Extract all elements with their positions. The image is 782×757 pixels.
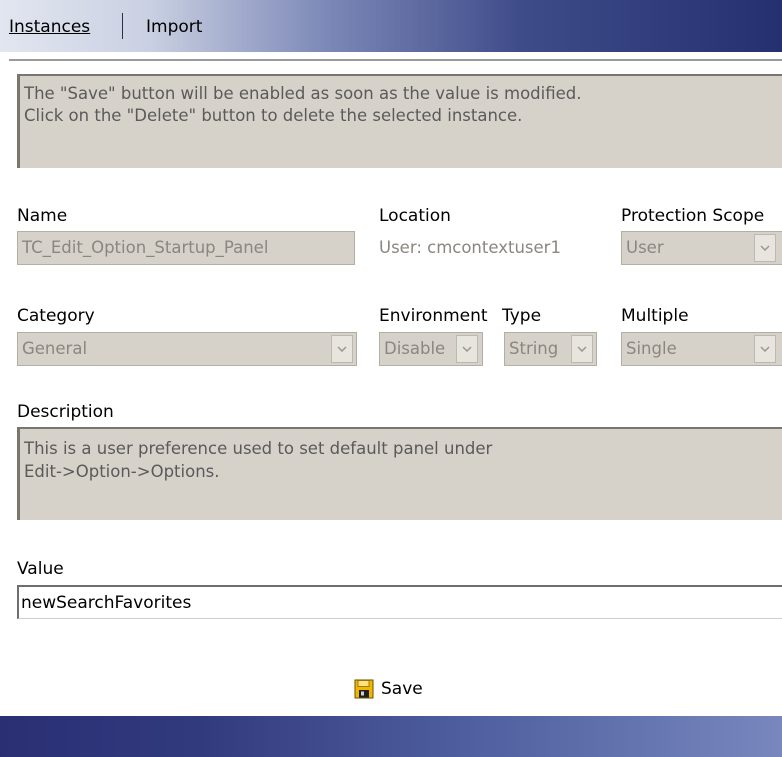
multiple-label: Multiple [621,306,689,326]
description-line-1: This is a user preference used to set de… [24,439,493,458]
environment-value: Disable [384,339,446,358]
category-select[interactable]: General [17,332,357,366]
protection-scope-select[interactable]: User [621,231,782,265]
value-input[interactable] [17,585,782,619]
multiple-select[interactable]: Single [621,332,782,366]
info-line-2: Click on the "Delete" button to delete t… [24,106,523,125]
type-value: String [509,339,559,358]
tab-import[interactable]: Import [146,17,202,37]
category-label: Category [17,306,95,326]
environment-select[interactable]: Disable [379,332,483,366]
tab-instances[interactable]: Instances [9,17,90,37]
bottom-bar [0,716,782,757]
location-value: User: cmcontextuser1 [379,238,561,257]
chevron-down-icon[interactable] [571,335,593,363]
category-value: General [22,339,88,358]
info-message-box: The "Save" button will be enabled as soo… [17,74,782,168]
name-field: TC_Edit_Option_Startup_Panel [17,231,355,265]
environment-label: Environment [379,306,488,326]
multiple-value: Single [626,339,677,358]
type-label: Type [502,306,542,326]
description-label: Description [17,402,114,422]
name-label: Name [17,206,68,226]
tab-separator [122,13,123,39]
description-line-2: Edit->Option->Options. [24,462,220,481]
location-label: Location [379,206,451,226]
header-divider [9,59,782,61]
top-tab-bar: Instances Import [0,0,782,52]
chevron-down-icon[interactable] [331,335,353,363]
floppy-disk-icon [354,679,374,699]
save-button-label: Save [381,679,423,699]
info-line-1: The "Save" button will be enabled as soo… [24,84,582,103]
save-button[interactable]: Save [354,676,423,702]
protection-scope-label: Protection Scope [621,206,765,226]
chevron-down-icon[interactable] [456,335,478,363]
chevron-down-icon[interactable] [754,335,776,363]
description-field: This is a user preference used to set de… [17,427,782,520]
chevron-down-icon[interactable] [754,234,776,262]
protection-scope-value: User [626,238,664,257]
value-label: Value [17,559,64,579]
type-select[interactable]: String [504,332,597,366]
